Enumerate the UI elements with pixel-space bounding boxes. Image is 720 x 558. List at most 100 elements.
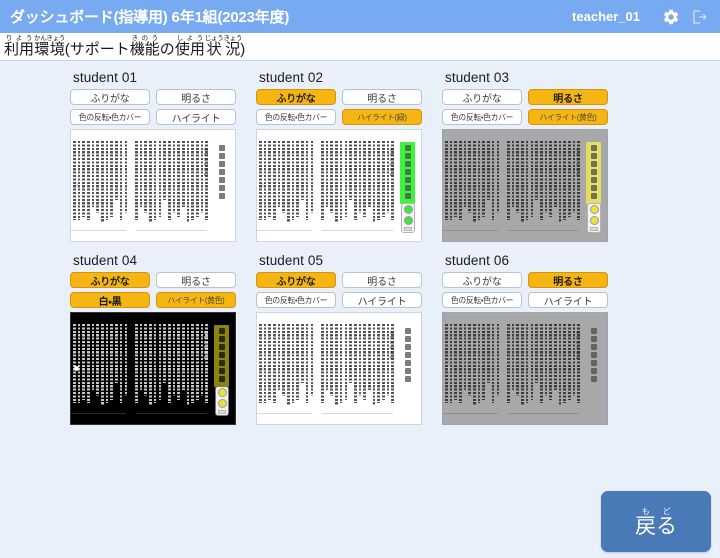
text-line <box>135 324 138 403</box>
document-page <box>505 138 582 233</box>
page-footer-rule <box>322 230 393 231</box>
color-invert-toggle-button[interactable]: 色の反転・色カバー <box>70 109 150 125</box>
support-button-row-2: 色の反転・色カバー ハイライト(緑) <box>256 109 422 125</box>
highlight-toggle-button[interactable]: ハイライト(黄色) <box>528 109 608 125</box>
highlight-toggle-button[interactable]: ハイライト(緑) <box>342 109 422 125</box>
highlight-toggle-button[interactable]: ハイライト <box>156 109 236 125</box>
back-button[interactable]: 戻るもど <box>601 491 711 552</box>
highlight-color-dot[interactable] <box>403 205 413 214</box>
text-line <box>487 324 490 383</box>
brightness-toggle-button[interactable]: 明るさ <box>528 89 608 105</box>
text-line <box>477 324 481 403</box>
text-line <box>549 324 552 400</box>
ruby-jou: 状じょう <box>204 35 224 58</box>
text-line <box>558 141 562 222</box>
page-footer-rule <box>136 413 207 414</box>
student-card: student 06 ふりがな 明るさ 色の反転・色カバー ハイライト <box>442 253 608 425</box>
title-highlight-band <box>400 325 415 387</box>
brightness-toggle-button[interactable]: 明るさ <box>156 89 236 105</box>
text-line <box>263 324 267 403</box>
text-line <box>473 324 476 405</box>
text-line <box>372 141 376 222</box>
document-preview[interactable] <box>442 312 608 425</box>
text-line <box>124 324 128 397</box>
furigana-toggle-button[interactable]: ふりがな <box>442 272 522 288</box>
highlight-color-dot[interactable] <box>217 399 227 408</box>
widget-close-bar[interactable] <box>218 410 226 414</box>
support-button-row-1: ふりがな 明るさ <box>256 272 422 288</box>
text-line <box>186 141 190 222</box>
document-preview[interactable] <box>442 129 608 242</box>
text-line <box>353 324 357 403</box>
text-line <box>454 141 457 217</box>
ruby-riyou: 利用りよう <box>4 35 35 58</box>
furigana-toggle-button[interactable]: ふりがな <box>70 89 150 105</box>
highlight-color-dot[interactable] <box>589 216 599 225</box>
document-preview[interactable] <box>256 129 422 242</box>
gear-icon[interactable] <box>660 6 682 28</box>
color-invert-toggle-button[interactable]: 色の反転・色カバー <box>442 109 522 125</box>
title-glyph <box>590 360 597 366</box>
document-preview[interactable] <box>70 129 236 242</box>
furigana-toggle-button[interactable]: ふりがな <box>256 89 336 105</box>
text-line <box>558 324 562 405</box>
color-invert-toggle-button[interactable]: 白・黒 <box>70 292 150 308</box>
color-invert-toggle-button[interactable]: 色の反転・色カバー <box>256 109 336 125</box>
text-line <box>516 324 520 397</box>
title-glyph <box>404 185 411 191</box>
title-glyph <box>590 177 597 183</box>
text-line <box>296 141 300 217</box>
brightness-toggle-button[interactable]: 明るさ <box>528 272 608 288</box>
highlight-toggle-button[interactable]: ハイライト <box>342 292 422 308</box>
text-line <box>205 141 208 220</box>
text-line <box>273 141 276 220</box>
text-line <box>277 141 281 207</box>
highlight-control-widget[interactable] <box>587 203 601 233</box>
highlight-toggle-button[interactable]: ハイライト(黄色) <box>156 292 236 308</box>
brightness-toggle-button[interactable]: 明るさ <box>342 272 422 288</box>
ruby-kinou: 機能きのう <box>129 35 160 58</box>
page-spread <box>443 321 601 416</box>
title-glyph <box>404 368 411 374</box>
text-line <box>172 324 176 397</box>
student-card: student 02 ふりがな 明るさ 色の反転・色カバー ハイライト(緑) <box>256 70 422 242</box>
highlight-color-dot[interactable] <box>589 205 599 214</box>
document-preview[interactable] <box>70 312 236 425</box>
furigana-toggle-button[interactable]: ふりがな <box>256 272 336 288</box>
page-footer-rule <box>71 413 127 414</box>
title-glyph <box>590 153 597 159</box>
text-line <box>144 324 148 397</box>
furigana-toggle-button[interactable]: ふりがな <box>70 272 150 288</box>
support-button-row-1: ふりがな 明るさ <box>442 89 608 105</box>
page-spread <box>71 321 229 416</box>
highlight-toggle-button[interactable]: ハイライト <box>528 292 608 308</box>
title-glyph <box>218 193 225 199</box>
text-line <box>382 324 385 400</box>
text-line <box>553 141 557 207</box>
widget-close-bar[interactable] <box>590 227 598 231</box>
brightness-toggle-button[interactable]: 明るさ <box>342 89 422 105</box>
document-page <box>443 321 501 416</box>
page-footer-rule <box>136 230 207 231</box>
furigana-toggle-button[interactable]: ふりがな <box>442 89 522 105</box>
widget-close-bar[interactable] <box>404 227 412 231</box>
highlight-color-dot[interactable] <box>217 388 227 397</box>
text-line <box>577 324 580 403</box>
color-invert-toggle-button[interactable]: 色の反転・色カバー <box>256 292 336 308</box>
color-invert-toggle-button[interactable]: 色の反転・色カバー <box>442 292 522 308</box>
text-line <box>382 141 385 217</box>
student-grid: student 01 ふりがな 明るさ 色の反転・色カバー ハイライト student 0… <box>70 70 720 425</box>
brightness-toggle-button[interactable]: 明るさ <box>156 272 236 288</box>
dashboard-app: ダッシュボード(指導用) 6年1組(2023年度) teacher_01 利用り… <box>0 0 720 558</box>
highlight-color-dot[interactable] <box>403 216 413 225</box>
page-spread <box>257 138 415 233</box>
student-name-label: student 06 <box>445 253 510 268</box>
title-glyph <box>218 161 225 167</box>
logout-icon[interactable] <box>688 6 710 28</box>
text-line <box>96 324 99 397</box>
support-button-row-2: 色の反転・色カバー ハイライト <box>70 109 236 125</box>
highlight-control-widget[interactable] <box>215 386 229 416</box>
highlight-control-widget[interactable] <box>401 203 415 233</box>
document-preview[interactable] <box>256 312 422 425</box>
title-glyph <box>404 193 411 199</box>
